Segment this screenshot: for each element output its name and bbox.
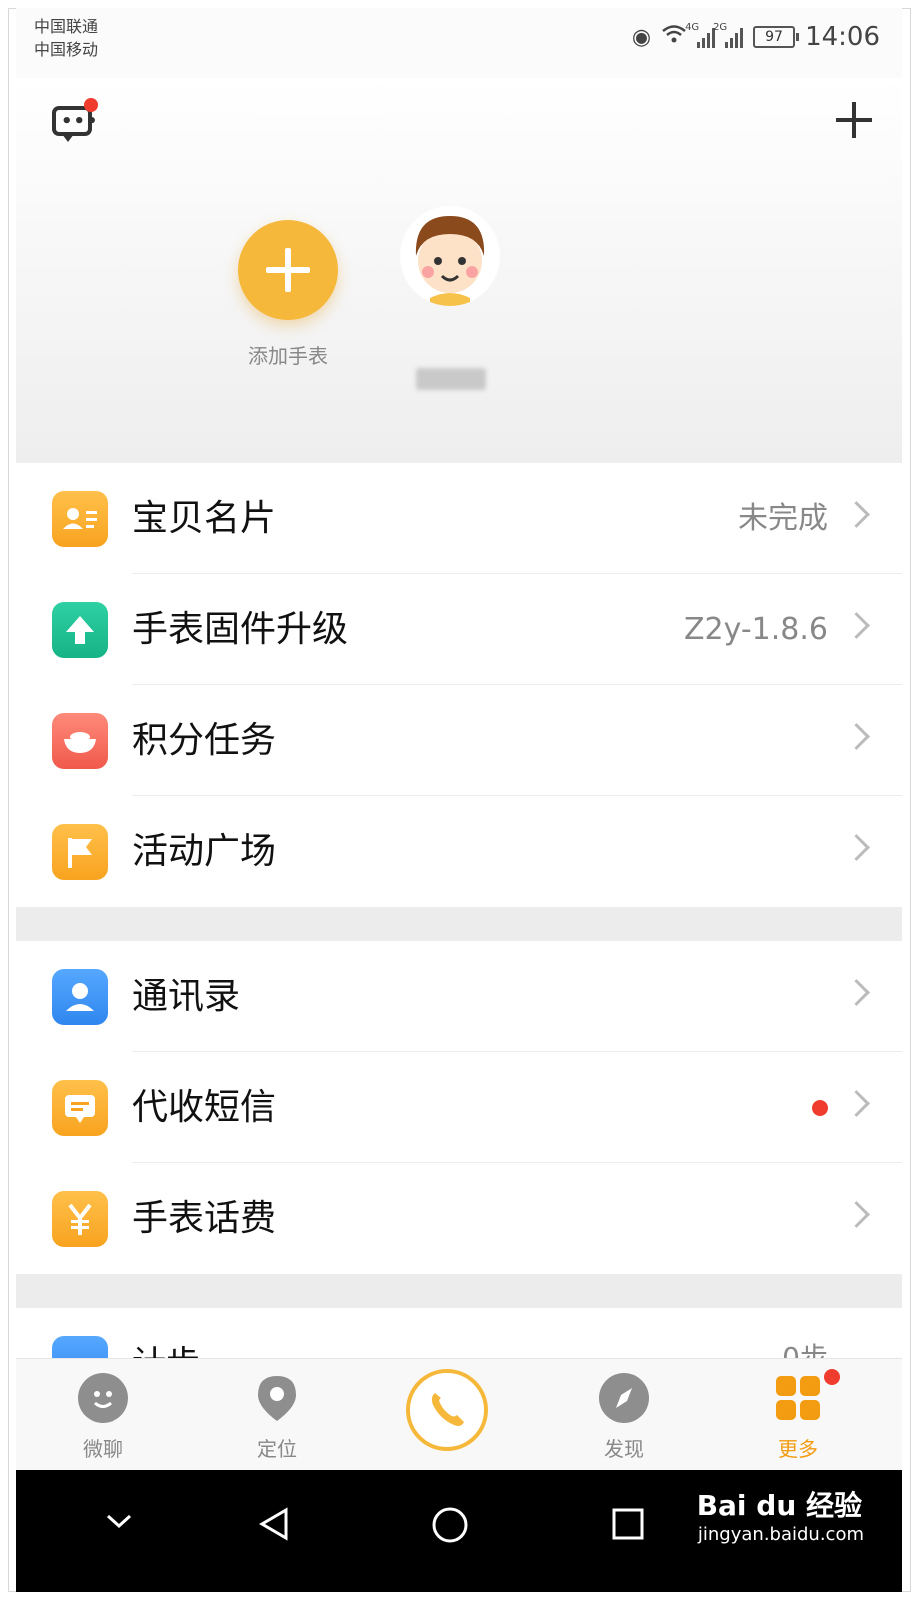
tab-label: 微聊 [83,1437,123,1461]
wifi-icon [661,24,687,50]
upgrade-arrow-icon [52,602,108,658]
messages-button[interactable]: ••• [50,98,98,144]
tab-discover[interactable]: 发现 [564,1359,684,1471]
child-name-blurred [416,368,486,390]
phone-call-icon [431,1393,464,1426]
battery-icon: 97 [753,26,800,48]
list-item-points-tasks[interactable]: 积分任务 [16,685,902,796]
settings-group-1: 宝贝名片 未完成 手表固件升级 Z2y-1.8.6 积分任务 活动广场 [16,463,902,907]
chevron-right-icon [843,612,870,639]
compass-icon [599,1373,649,1423]
back-button[interactable] [256,1506,292,1546]
tab-chat[interactable]: 微聊 [43,1359,163,1471]
list-item-label: 代收短信 [132,1087,277,1128]
contact-card-icon [52,491,108,547]
chevron-right-icon [843,1090,870,1117]
list-item-contacts[interactable]: 通讯录 [16,941,902,1052]
eye-icon: ◉ [631,24,652,50]
tab-more[interactable]: 更多 [738,1359,858,1471]
add-button[interactable] [836,102,872,138]
carrier-2: 中国移动 [34,40,99,59]
flag-icon [52,824,108,880]
list-item-label: 积分任务 [132,720,277,761]
chevron-right-icon [843,1201,870,1228]
recents-square-icon [612,1508,644,1540]
signal-2-icon: 2G [713,22,744,48]
add-watch-button[interactable] [238,220,338,320]
location-pin-icon [252,1373,302,1423]
baidu-watermark-logo: Bai du 经验 [696,1489,862,1522]
notification-dot [824,1369,840,1385]
unread-dot [812,1100,828,1116]
tab-label: 发现 [604,1437,644,1461]
recents-button[interactable] [610,1506,646,1546]
chevron-right-icon [843,979,870,1006]
section-divider [16,1274,902,1308]
ingot-icon [52,713,108,769]
settings-group-2: 通讯录 代收短信 手表话费 [16,941,902,1274]
list-item-label: 宝贝名片 [132,498,277,539]
network-2-label: 2G [713,22,728,33]
back-triangle-icon [259,1507,288,1541]
home-button[interactable] [431,1506,469,1548]
list-item-watch-phone-bill[interactable]: 手表话费 [16,1163,902,1274]
list-item-label: 通讯录 [132,976,241,1017]
chevron-right-icon [843,723,870,750]
chevron-right-icon [843,501,870,528]
tab-location[interactable]: 定位 [217,1359,337,1471]
network-1-label: 4G [685,22,700,33]
bottom-tab-bar: 微聊 定位 发现 更多 [16,1358,902,1471]
hide-nav-button[interactable] [104,1506,134,1540]
list-item-label: 活动广场 [132,831,277,872]
notification-dot [84,98,98,112]
chat-face-icon [78,1373,128,1423]
chevron-down-icon [106,1514,132,1529]
call-button[interactable] [406,1369,488,1451]
list-item-firmware-upgrade[interactable]: 手表固件升级 Z2y-1.8.6 [16,574,902,685]
section-divider [16,907,902,941]
tab-label: 更多 [778,1437,818,1461]
yuan-icon [52,1191,108,1247]
person-icon [52,969,108,1025]
profile-header: ••• 添加手表 [16,78,902,463]
carrier-1: 中国联通 [34,17,99,36]
tab-label: 定位 [257,1437,297,1461]
message-icon [52,1080,108,1136]
home-circle-icon [432,1507,468,1543]
list-item-label: 手表话费 [132,1198,277,1239]
status-icons: ◉ 4G 2G 97 14:06 [632,22,880,52]
list-item-label: 手表固件升级 [132,609,349,650]
chevron-right-icon [843,834,870,861]
list-item-activity-plaza[interactable]: 活动广场 [16,796,902,907]
list-item-sms-proxy[interactable]: 代收短信 [16,1052,902,1163]
child-avatar[interactable] [400,206,500,306]
list-item-value: 未完成 [738,501,828,536]
phone-screen: 中国联通 中国移动 ◉ 4G 2G 97 14:06 ••• 添加手表 宝贝名片… [16,8,902,1592]
add-watch-label: 添加手表 [248,344,328,368]
status-bar: 中国联通 中国移动 ◉ 4G 2G 97 14:06 [16,8,902,78]
clock: 14:06 [805,22,880,52]
list-item-value: Z2y-1.8.6 [683,612,828,647]
list-item-baby-card[interactable]: 宝贝名片 未完成 [16,463,902,574]
grid-more-icon [773,1373,823,1423]
baidu-watermark-url: jingyan.baidu.com [697,1524,864,1545]
system-nav-bar: Bai du 经验 jingyan.baidu.com [16,1470,902,1592]
